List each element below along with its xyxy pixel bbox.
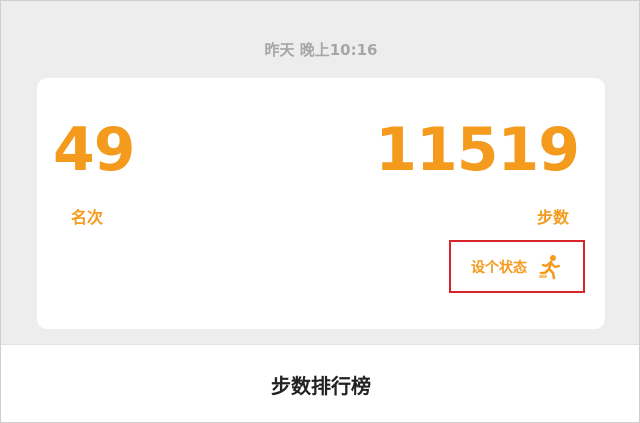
leaderboard-title: 步数排行榜: [271, 373, 371, 398]
message-timestamp: 昨天 晚上10:16: [264, 41, 378, 59]
rank-label: 名次: [71, 208, 104, 227]
steps-value: 11519: [375, 115, 580, 185]
rank-value: 49: [53, 115, 135, 185]
steps-card[interactable]: 49 名次 11519 步数 设个状态: [37, 78, 605, 329]
steps-label: 步数: [536, 208, 569, 227]
set-status-label: 设个状态: [471, 259, 527, 276]
screen: 昨天 晚上10:16 49 名次 11519 步数 设个状态 步数排行榜: [0, 0, 640, 423]
runner-icon: [537, 254, 563, 280]
leaderboard-bar[interactable]: 步数排行榜: [1, 344, 639, 422]
set-status-button[interactable]: 设个状态: [449, 240, 585, 293]
